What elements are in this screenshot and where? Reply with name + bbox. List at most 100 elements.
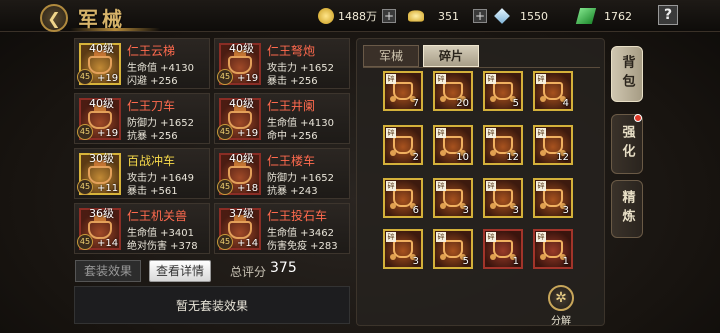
fragment-count: 5 bbox=[462, 256, 469, 267]
equipment-name: 仁王投石车 bbox=[267, 209, 328, 223]
decompose-button[interactable]: ✲ 分解 bbox=[543, 285, 579, 327]
enhance-level: +19 bbox=[97, 73, 119, 84]
total-score-value: 375 bbox=[270, 260, 297, 276]
equipment-level: 30级 bbox=[89, 152, 114, 165]
fragment-item[interactable]: 碎5 bbox=[483, 71, 523, 111]
equipment-card[interactable]: 40级 45 +18 仁王楼车 防御力 +1652 抗暴 +243 bbox=[214, 148, 350, 199]
star-badge: 45 bbox=[77, 69, 93, 85]
siege-weapon-icon bbox=[228, 160, 252, 184]
back-arrow-icon[interactable]: ❮ bbox=[40, 4, 68, 32]
siege-weapon-icon bbox=[390, 82, 416, 102]
equipment-card[interactable]: 40级 45 +19 仁王弩炮 攻击力 +1652 暴击 +256 bbox=[214, 38, 350, 89]
equipment-stat-secondary: 绝对伤害 +378 bbox=[127, 241, 198, 252]
fragment-count: 6 bbox=[412, 205, 419, 216]
enhance-level: +11 bbox=[97, 183, 119, 194]
fragment-item[interactable]: 碎 20 bbox=[433, 71, 473, 111]
siege-weapon-icon bbox=[390, 136, 416, 156]
fragment-tag: 碎 bbox=[486, 128, 496, 138]
equipment-name: 仁王楼车 bbox=[267, 154, 316, 168]
equipment-card[interactable]: 40级 45 +19 仁王井阑 生命值 +4130 命中 +256 bbox=[214, 93, 350, 144]
gold-ingot-icon bbox=[408, 10, 424, 22]
fragment-count: 12 bbox=[506, 152, 519, 163]
fragment-tag: 碎 bbox=[486, 232, 496, 242]
fragment-count: 12 bbox=[556, 152, 569, 163]
fragment-count: 1 bbox=[562, 256, 569, 267]
fragment-item[interactable]: 碎 12 bbox=[483, 125, 523, 165]
equipment-name: 仁王云梯 bbox=[127, 44, 176, 58]
fragment-item[interactable]: 碎1 bbox=[483, 229, 523, 269]
fragment-item[interactable]: 碎5 bbox=[433, 229, 473, 269]
gold-ingot-resource: 351 + bbox=[408, 7, 487, 25]
siege-weapon-icon bbox=[390, 189, 416, 209]
siege-weapon-icon bbox=[540, 240, 566, 260]
fragment-count: 3 bbox=[512, 205, 519, 216]
equipment-level: 40级 bbox=[89, 42, 114, 55]
fragment-count: 4 bbox=[562, 98, 569, 109]
fragment-item[interactable]: 碎3 bbox=[383, 229, 423, 269]
fragment-item[interactable]: 碎7 bbox=[383, 71, 423, 111]
help-button[interactable]: ? bbox=[658, 5, 678, 25]
fragment-item[interactable]: 碎3 bbox=[533, 178, 573, 218]
equipment-name: 仁王机关兽 bbox=[127, 209, 188, 223]
tab-arms[interactable]: 军械 bbox=[363, 45, 419, 67]
set-effect-text: 暂无套装效果 bbox=[175, 298, 248, 313]
view-details-button[interactable]: 查看详情 bbox=[149, 260, 211, 282]
top-bar: ❮ 军械 1488万 + 351 + 1550 1762 ? bbox=[0, 0, 720, 32]
equipment-level: 40级 bbox=[229, 152, 254, 165]
fragment-tag: 碎 bbox=[386, 181, 396, 191]
fragment-item[interactable]: 碎 12 bbox=[533, 125, 573, 165]
equipment-level: 36级 bbox=[89, 207, 114, 220]
fragment-tag: 碎 bbox=[486, 181, 496, 191]
equipment-stat-secondary: 伤害免疫 +283 bbox=[267, 241, 338, 252]
equipment-name: 仁王刀车 bbox=[127, 99, 176, 113]
fragment-tag: 碎 bbox=[536, 128, 546, 138]
star-badge: 45 bbox=[217, 234, 233, 250]
add-gold-ingot-button[interactable]: + bbox=[473, 9, 487, 23]
set-effect-box: 暂无套装效果 bbox=[74, 286, 350, 324]
fragment-count: 10 bbox=[456, 152, 469, 163]
siege-weapon-icon bbox=[440, 240, 466, 260]
fragment-panel: 军械 碎片 碎7 碎 20 碎5 碎4 碎2 碎 10 碎 12 碎 12 碎6 碎3 … bbox=[356, 38, 605, 327]
jade-resource: 1762 bbox=[575, 7, 632, 25]
fragment-item[interactable]: 碎3 bbox=[483, 178, 523, 218]
equipment-panel: 40级 45 +19 仁王云梯 生命值 +4130 闪避 +256 40级 45… bbox=[72, 34, 352, 326]
siege-weapon-icon bbox=[88, 50, 112, 74]
fragment-item[interactable]: 碎 10 bbox=[433, 125, 473, 165]
equipment-card[interactable]: 36级 45 +14 仁王机关兽 生命值 +3401 绝对伤害 +378 bbox=[74, 203, 210, 254]
siege-weapon-icon bbox=[540, 189, 566, 209]
crystal-icon bbox=[494, 8, 510, 24]
fragment-tag: 碎 bbox=[486, 74, 496, 84]
fragment-item[interactable]: 碎1 bbox=[533, 229, 573, 269]
side-tab-refine[interactable]: 精炼 bbox=[611, 180, 643, 238]
fragment-count: 20 bbox=[456, 98, 469, 109]
equipment-card[interactable]: 40级 45 +19 仁王云梯 生命值 +4130 闪避 +256 bbox=[74, 38, 210, 89]
fragment-count: 2 bbox=[412, 152, 419, 163]
equipment-card[interactable]: 37级 45 +14 仁王投石车 生命值 +3462 伤害免疫 +283 bbox=[214, 203, 350, 254]
equipment-stat-secondary: 闪避 +256 bbox=[127, 76, 178, 87]
equipment-card[interactable]: 40级 45 +19 仁王刀车 防御力 +1652 抗暴 +256 bbox=[74, 93, 210, 144]
siege-weapon-icon bbox=[228, 215, 252, 239]
equipment-name: 仁王井阑 bbox=[267, 99, 316, 113]
enhance-level: +18 bbox=[237, 183, 259, 194]
siege-weapon-icon bbox=[490, 240, 516, 260]
fragment-item[interactable]: 碎3 bbox=[433, 178, 473, 218]
fragment-item[interactable]: 碎4 bbox=[533, 71, 573, 111]
gold-coin-icon bbox=[318, 8, 334, 24]
fragment-tag: 碎 bbox=[386, 232, 396, 242]
equipment-stat-secondary: 抗暴 +243 bbox=[267, 186, 318, 197]
equipment-name: 百战冲车 bbox=[127, 154, 176, 168]
crystal-resource: 1550 bbox=[494, 7, 548, 25]
fragment-item[interactable]: 碎2 bbox=[383, 125, 423, 165]
add-gold-coin-button[interactable]: + bbox=[382, 9, 396, 23]
fragment-item[interactable]: 碎6 bbox=[383, 178, 423, 218]
fragment-tag: 碎 bbox=[436, 128, 446, 138]
set-effect-tab[interactable]: 套装效果 bbox=[75, 260, 141, 282]
equipment-card[interactable]: 30级 45 +11 百战冲车 攻击力 +1649 暴击 +561 bbox=[74, 148, 210, 199]
side-tab-bag[interactable]: 背包 bbox=[611, 46, 643, 102]
side-tab-enhance[interactable]: 强化 bbox=[611, 114, 643, 174]
star-badge: 45 bbox=[217, 124, 233, 140]
fragment-tag: 碎 bbox=[536, 74, 546, 84]
tab-fragments[interactable]: 碎片 bbox=[423, 45, 479, 67]
fragment-tag: 碎 bbox=[436, 181, 446, 191]
equipment-stat-secondary: 抗暴 +256 bbox=[127, 131, 178, 142]
